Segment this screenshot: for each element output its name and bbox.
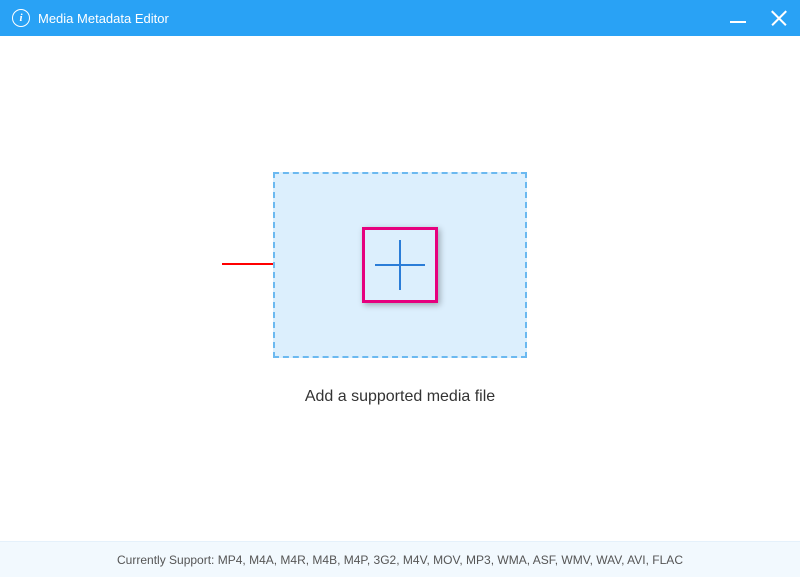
instruction-text: Add a supported media file xyxy=(305,388,495,406)
main-content: Add a supported media file xyxy=(0,36,800,541)
titlebar-controls xyxy=(730,9,788,27)
plus-icon xyxy=(375,240,425,290)
plus-highlight-box xyxy=(362,227,438,303)
support-formats-text: Currently Support: MP4, M4A, M4R, M4B, M… xyxy=(117,553,683,567)
info-icon-label: i xyxy=(19,12,22,24)
dropzone[interactable] xyxy=(273,172,527,358)
titlebar-left: i Media Metadata Editor xyxy=(12,9,169,27)
minimize-button[interactable] xyxy=(730,21,746,23)
footer: Currently Support: MP4, M4A, M4R, M4B, M… xyxy=(0,541,800,577)
info-icon: i xyxy=(12,9,30,27)
titlebar: i Media Metadata Editor xyxy=(0,0,800,36)
close-button[interactable] xyxy=(770,9,788,27)
window-title: Media Metadata Editor xyxy=(38,11,169,26)
